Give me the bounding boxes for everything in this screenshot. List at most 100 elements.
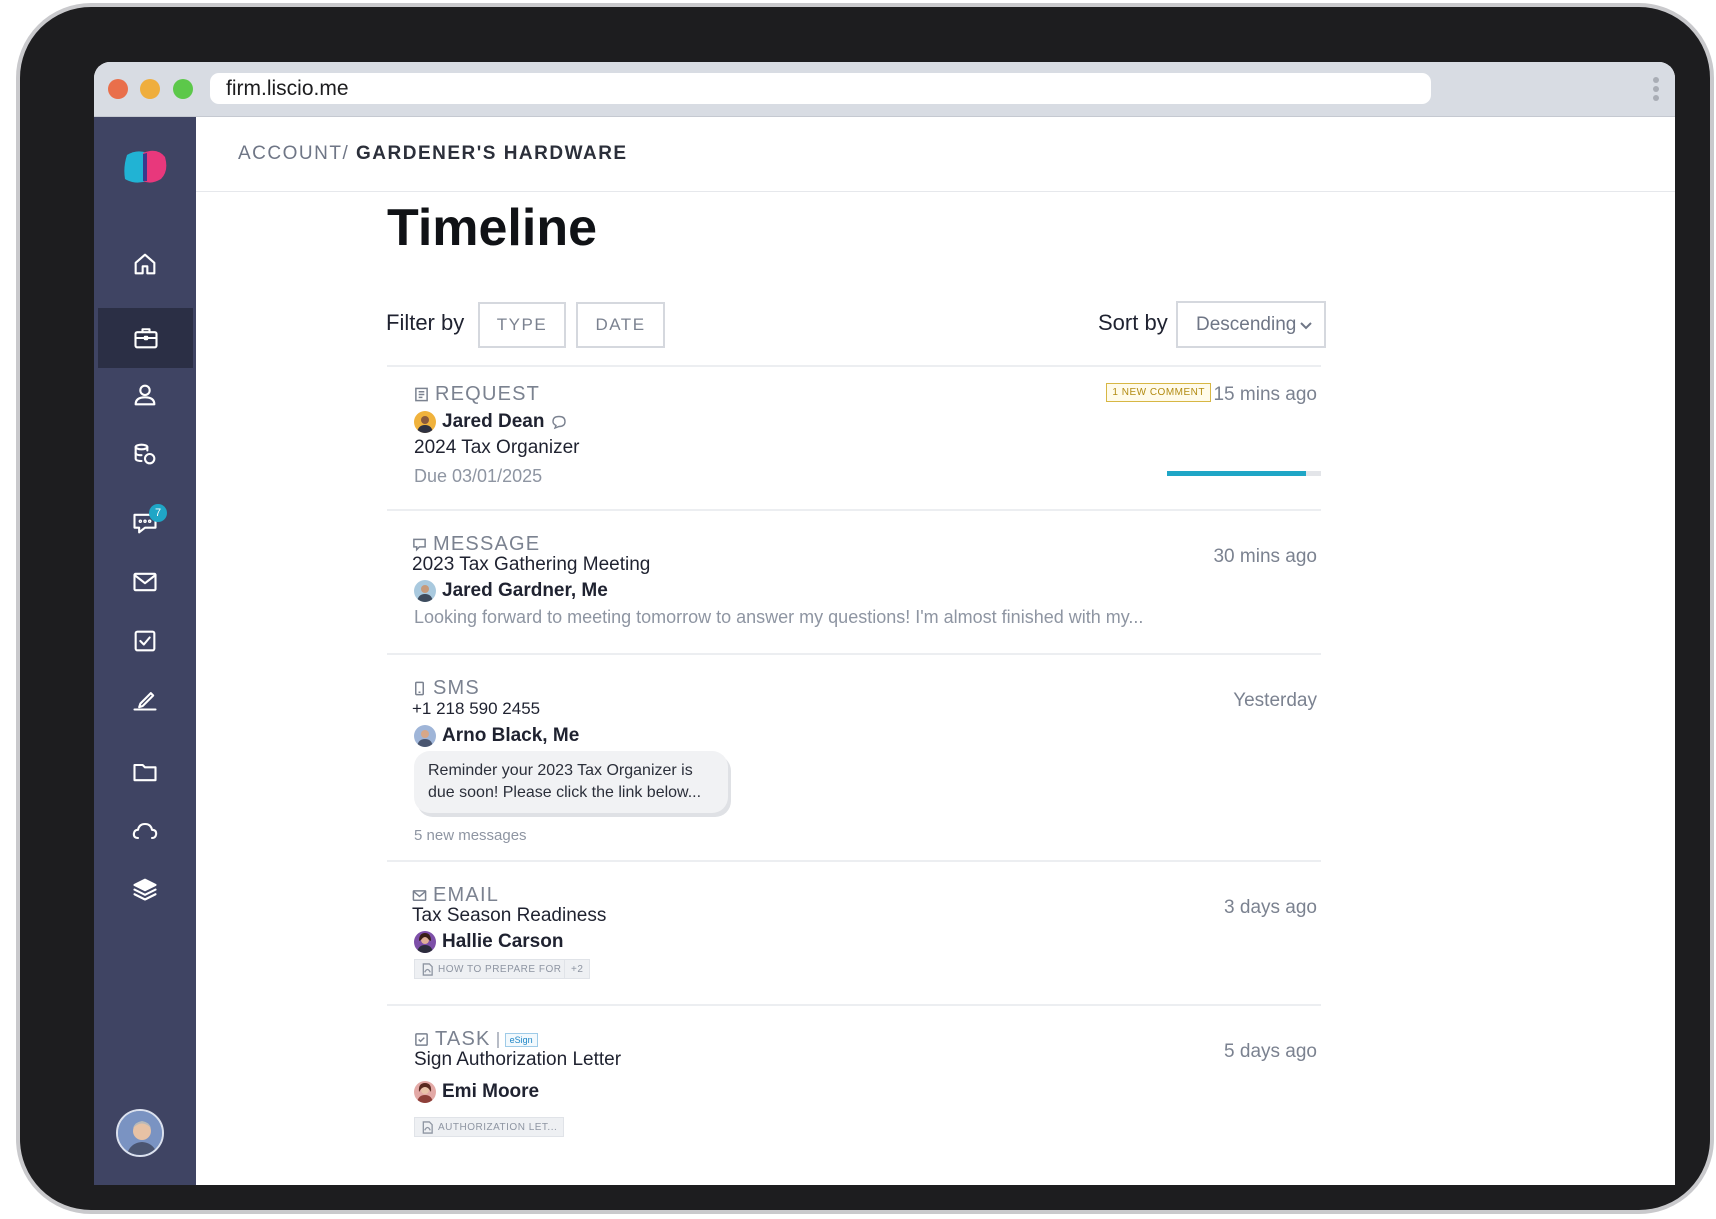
signature-icon [133,692,157,711]
home-icon [134,253,156,275]
page-title: Timeline [387,199,598,257]
maximize-window-button[interactable] [173,79,193,99]
attachment-chip[interactable]: AUTHORIZATION LET... [414,1117,565,1137]
user-icon [134,384,156,406]
entry-type: REQUEST [414,383,540,406]
layers-icon [133,878,157,901]
sidebar-item-billing[interactable] [94,424,196,484]
message-icon [413,538,426,552]
entry-type-label: EMAIL [433,884,500,906]
sidebar-item-email[interactable] [94,552,196,612]
person-avatar [414,1081,436,1103]
entry-subject: Sign Authorization Letter [414,1049,622,1070]
breadcrumb-root[interactable]: ACCOUNT/ [238,143,349,164]
pdf-icon [422,1120,433,1134]
entry-person: Arno Black, Me [414,725,579,747]
filter-label: Filter by [386,310,465,335]
timeline-entry-task[interactable]: TASK eSign 5 days ago Sign Authorization… [387,1004,1321,1154]
unread-badge: 7 [149,504,167,522]
sidebar-item-integrations[interactable] [94,859,196,919]
cloud-icon [132,822,158,840]
close-window-button[interactable] [108,79,128,99]
entry-type: MESSAGE [412,533,540,556]
attachment-more-chip[interactable]: +2 [564,959,591,979]
entry-person: Hallie Carson [414,931,563,953]
breadcrumb: ACCOUNT/ GARDENER'S HARDWARE [238,143,628,165]
entry-type: EMAIL [412,884,499,907]
timeline-entry-sms[interactable]: SMS Yesterday +1 218 590 2455 Arno Black… [387,653,1321,860]
person-avatar [414,931,436,953]
entry-time: 30 mins ago [1213,546,1317,567]
attachment-name: HOW TO PREPARE FOR [438,963,562,975]
sidebar-item-home[interactable] [94,234,196,294]
message-preview: Looking forward to meeting tomorrow to a… [414,607,1144,627]
sidebar-item-contacts[interactable] [94,365,196,425]
user-avatar-icon [118,1111,162,1155]
entry-person: Emi Moore [414,1081,539,1103]
comment-icon[interactable] [551,414,567,430]
url-bar[interactable]: firm.liscio.me [210,73,1431,104]
sidebar-item-tasks[interactable] [94,611,196,671]
entry-subject: 2024 Tax Organizer [414,437,580,458]
browser-chrome: firm.liscio.me [94,62,1675,117]
entry-type-label: SMS [433,677,480,699]
mail-icon [133,572,157,592]
progress-fill [1167,471,1306,476]
sidebar-item-messages[interactable]: 7 [94,493,196,553]
entry-type-label: TASK [435,1028,491,1050]
person-avatar [414,725,436,747]
entry-time: 5 days ago [1224,1041,1317,1062]
sort-label: Sort by [1098,310,1168,335]
type-divider [496,1031,499,1048]
entry-time: Yesterday [1233,690,1317,711]
timeline-entry-message[interactable]: MESSAGE 30 mins ago 2023 Tax Gathering M… [387,509,1321,653]
person-avatar [414,580,436,602]
person-avatar [414,411,436,433]
person-name: Hallie Carson [442,931,564,952]
folder-icon [133,763,157,782]
timeline-entry-request[interactable]: REQUEST 1 NEW COMMENT 15 mins ago Jared … [387,365,1321,509]
entry-person: Jared Gardner, Me [414,580,608,602]
new-comment-badge[interactable]: 1 NEW COMMENT [1106,383,1211,402]
filter-type-button[interactable]: TYPE [478,302,566,348]
pdf-icon [422,962,433,976]
device-frame: firm.liscio.me 7 ACCOUNT/ GARDENER'S HAR… [16,3,1714,1214]
attachment-name: AUTHORIZATION LET... [438,1121,558,1133]
sms-new-count[interactable]: 5 new messages [414,827,527,844]
task-check-icon [134,630,156,652]
person-name: Jared Dean [442,411,545,432]
task-check-icon [415,1033,428,1046]
chevron-down-icon [1300,322,1312,330]
billing-icon [134,443,156,465]
sidebar-item-accounts[interactable] [98,308,193,368]
phone-icon [415,681,424,696]
screen: firm.liscio.me 7 ACCOUNT/ GARDENER'S HAR… [94,62,1675,1185]
entry-due-date: Due 03/01/2025 [414,466,543,486]
sidebar-item-esign[interactable] [94,669,196,729]
person-name: Jared Gardner, Me [442,580,608,601]
liscio-logo[interactable] [121,149,169,185]
entry-type-label: REQUEST [435,383,541,405]
sidebar: 7 [94,117,196,1185]
attachment-chip[interactable]: HOW TO PREPARE FOR [414,959,569,979]
esign-tag: eSign [504,1032,538,1047]
sort-value: Descending [1196,314,1297,335]
entry-subject: Tax Season Readiness [412,905,607,926]
entry-type: SMS [412,677,480,700]
browser-menu-icon[interactable] [1653,77,1661,103]
sidebar-item-cloud[interactable] [94,801,196,861]
user-avatar[interactable] [116,1109,164,1157]
request-icon [415,387,428,402]
briefcase-icon [133,328,158,349]
sort-select[interactable]: Descending [1176,301,1326,348]
progress-bar [1167,471,1321,476]
entry-time: 15 mins ago [1213,384,1317,405]
timeline-entry-email[interactable]: EMAIL 3 days ago Tax Season Readiness Ha… [387,860,1321,1004]
entry-type-label: MESSAGE [433,533,541,555]
filter-date-button[interactable]: DATE [576,302,665,348]
sms-bubble: Reminder your 2023 Tax Organizer is due … [414,751,728,813]
minimize-window-button[interactable] [140,79,160,99]
sidebar-item-files[interactable] [94,742,196,802]
entry-subject: 2023 Tax Gathering Meeting [412,554,651,575]
sms-phone-number: +1 218 590 2455 [412,699,541,718]
